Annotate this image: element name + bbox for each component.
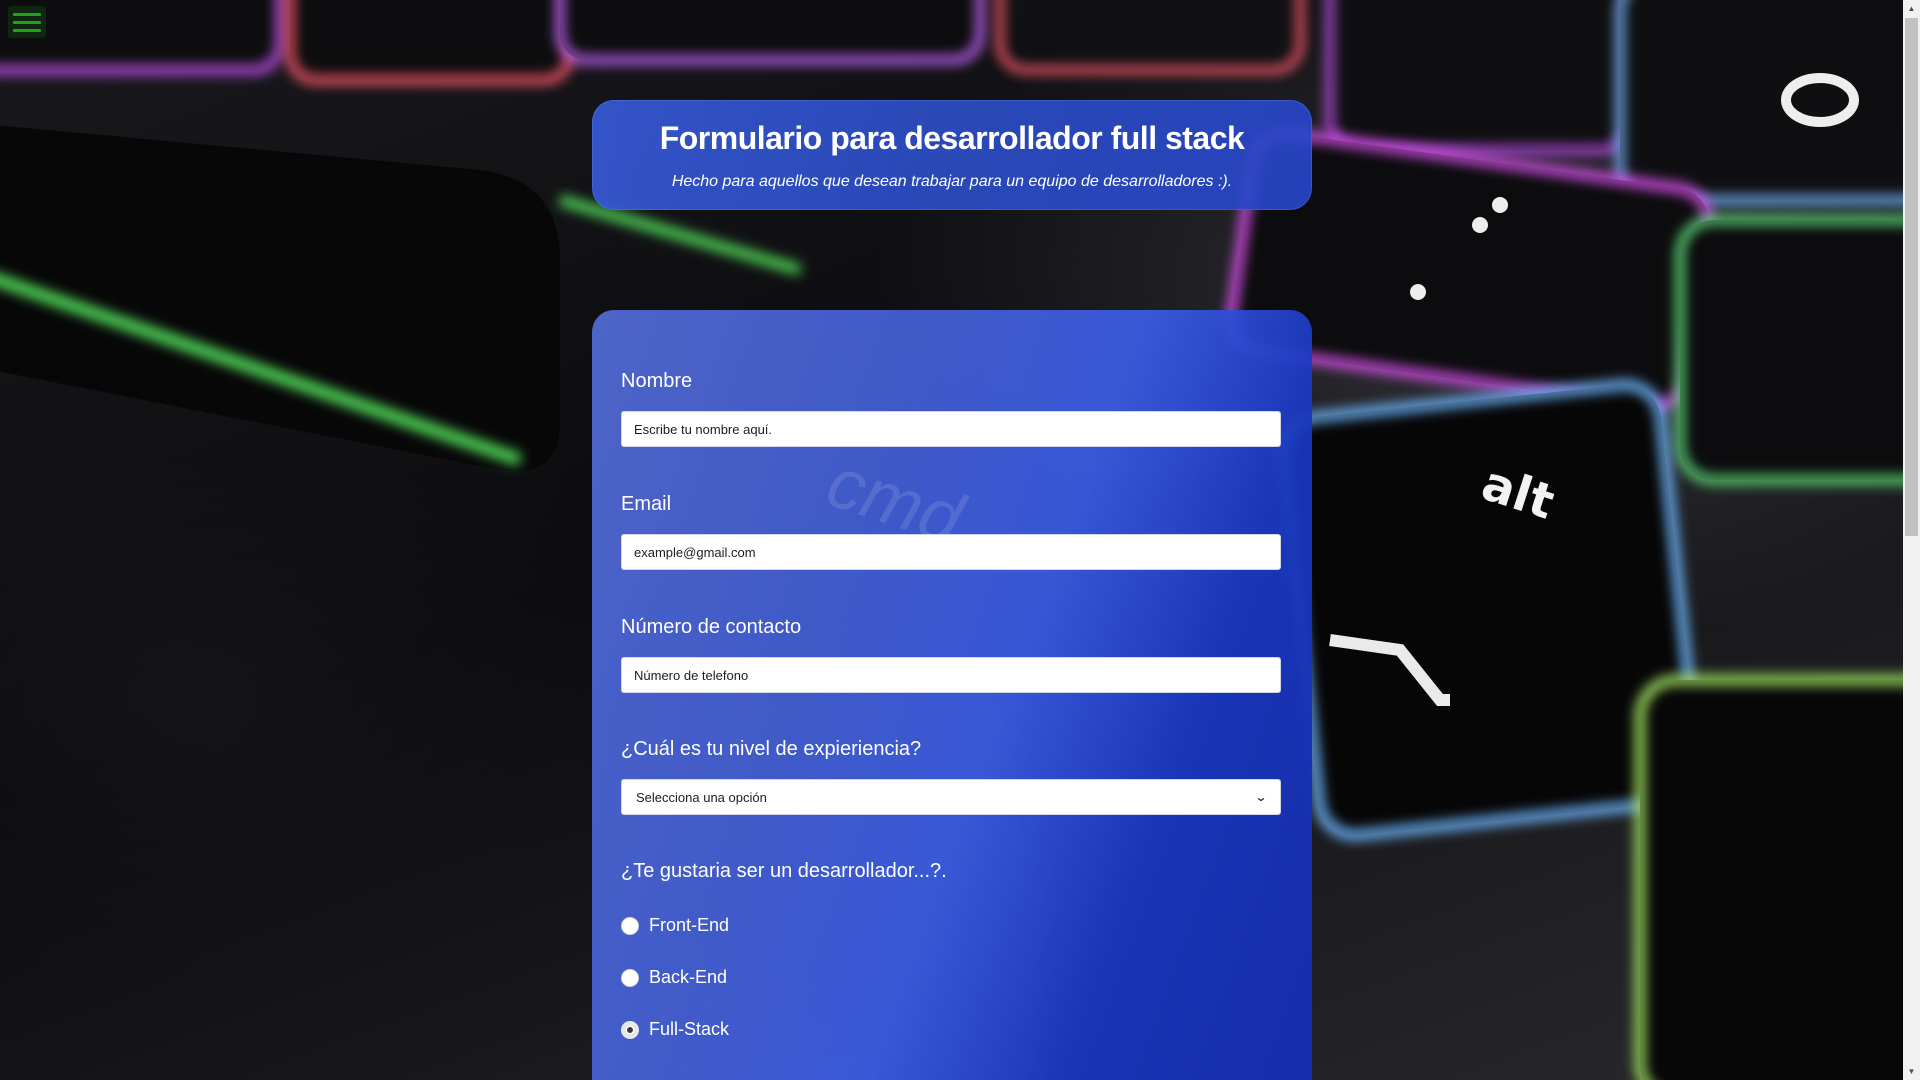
radio-label: Front-End [649, 915, 730, 935]
email-label: Email [621, 493, 672, 515]
menu-bar [13, 12, 41, 16]
experience-label: ¿Cuál es tu nivel de expieriencia? [621, 738, 922, 760]
menu-bar [13, 28, 41, 32]
survey-form: cmd Nombre Email Número de contacto ¿Cuá… [592, 310, 1312, 1080]
chevron-down-icon: ⌄ [1254, 790, 1268, 804]
phone-input[interactable] [621, 657, 1281, 693]
role-question: ¿Te gustaria ser un desarrollador...?. [621, 860, 947, 882]
name-input[interactable] [621, 411, 1281, 447]
radio-button[interactable] [621, 916, 639, 935]
header-card: Formulario para desarrollador full stack… [592, 100, 1312, 210]
experience-select[interactable]: Selecciona una opción ⌄ [621, 779, 1281, 815]
page-subtitle: Hecho para aquellos que desean trabajar … [671, 173, 1233, 190]
scroll-down-arrow-icon[interactable]: ▼ [1903, 1063, 1920, 1080]
radio-button[interactable] [621, 968, 639, 987]
radio-button-checked[interactable] [621, 1020, 639, 1039]
experience-select-value: Selecciona una opción [636, 789, 767, 805]
scroll-up-arrow-icon[interactable]: ▲ [1903, 0, 1920, 17]
menu-bar [13, 20, 41, 24]
radio-front-end[interactable]: Front-End [621, 915, 729, 936]
radio-label: Full-Stack [649, 1019, 730, 1039]
phone-label: Número de contacto [621, 616, 802, 638]
name-label: Nombre [621, 370, 693, 392]
radio-label: Back-End [649, 967, 728, 987]
radio-back-end[interactable]: Back-End [621, 967, 727, 988]
page-scrollbar[interactable]: ▲ ▼ [1903, 0, 1920, 1080]
hamburger-menu-icon[interactable] [8, 6, 46, 38]
scroll-thumb[interactable] [1905, 18, 1918, 536]
radio-full-stack[interactable]: Full-Stack [621, 1019, 729, 1040]
email-input[interactable] [621, 534, 1281, 570]
page-title: Formulario para desarrollador full stack [659, 120, 1245, 156]
